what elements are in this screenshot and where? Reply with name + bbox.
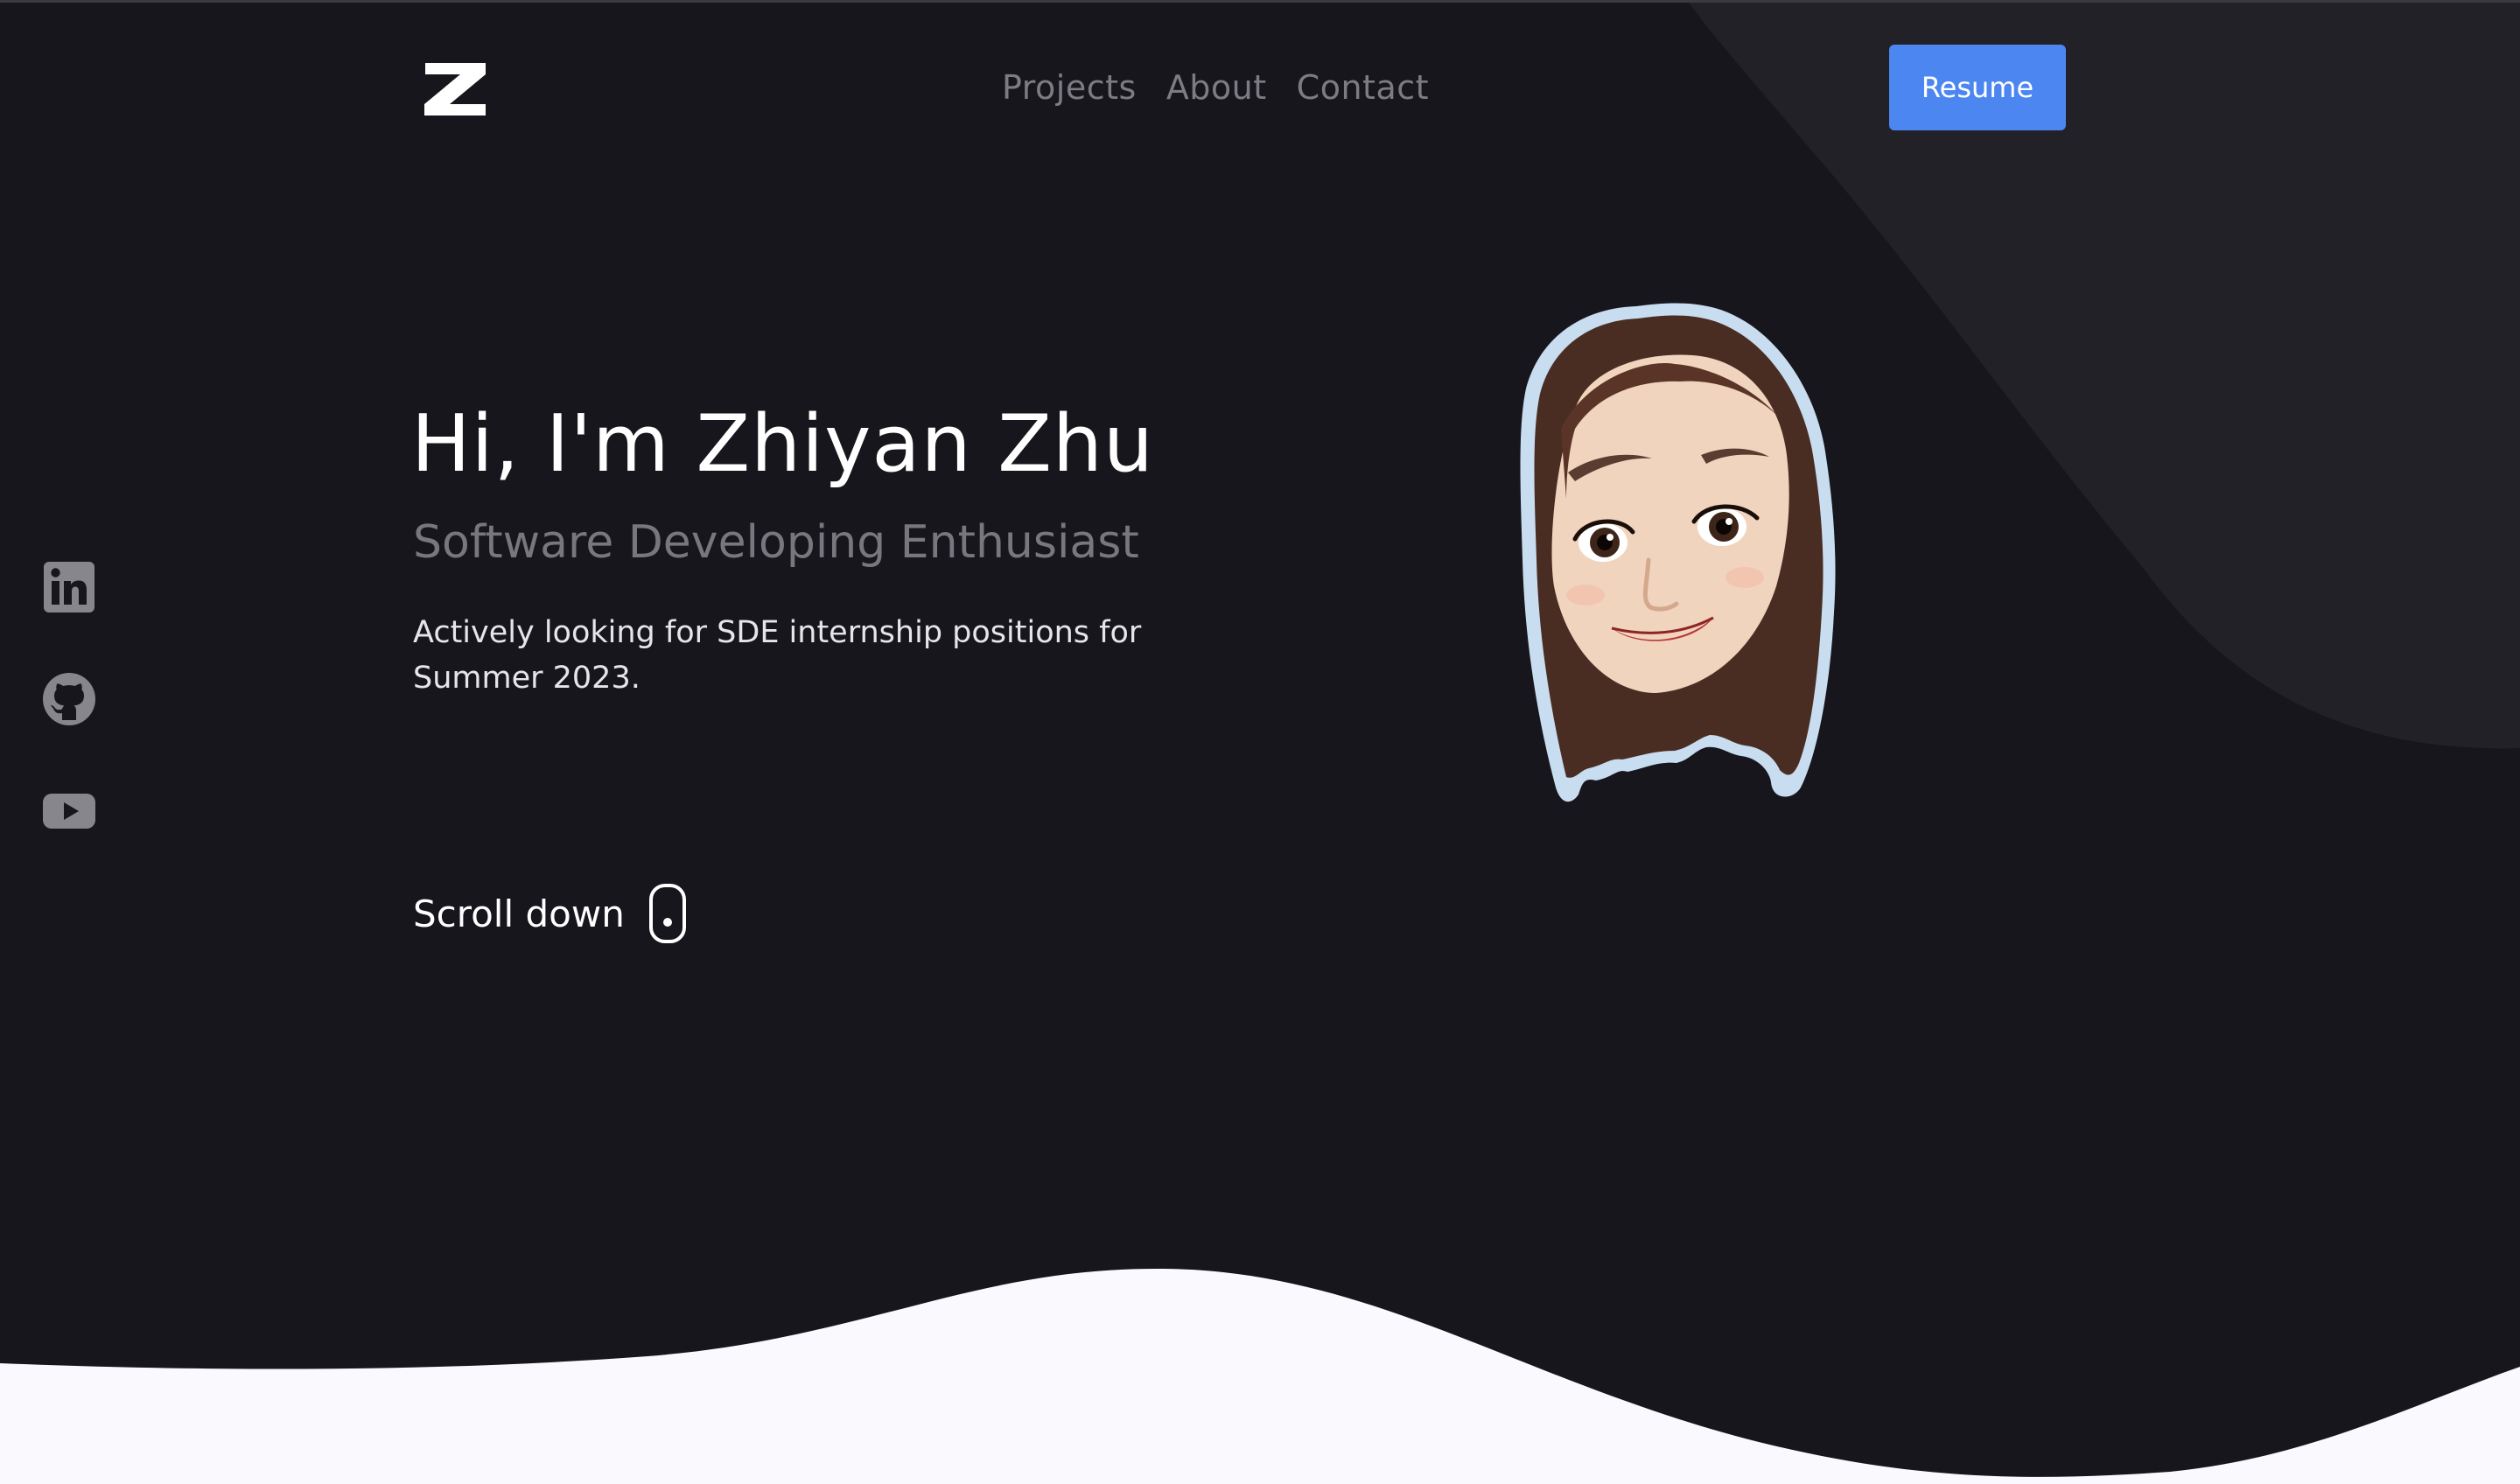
github-icon[interactable] [42, 672, 96, 726]
hero-description: Actively looking for SDE internship posi… [413, 615, 1142, 696]
scroll-down-link[interactable]: Scroll down [413, 882, 688, 945]
bottom-wave [0, 1268, 2520, 1484]
z-logo-icon[interactable] [423, 61, 487, 117]
mouse-icon [648, 884, 686, 943]
nav-link-contact[interactable]: Contact [1297, 68, 1429, 107]
memoji-avatar [1520, 303, 1836, 802]
resume-button[interactable]: Resume [1889, 45, 2066, 130]
hero-title: Hi, I'm Zhiyan Zhu [411, 398, 1154, 490]
top-border [0, 0, 2520, 3]
hero-section: Projects About Contact Resume Hi, I'm Zh… [0, 0, 2520, 1484]
youtube-icon[interactable] [42, 784, 96, 838]
nav-link-projects[interactable]: Projects [1002, 68, 1137, 107]
scroll-down-label: Scroll down [413, 892, 625, 935]
linkedin-icon[interactable] [42, 560, 96, 614]
social-links [42, 560, 98, 896]
main-nav: Projects About Contact [1002, 63, 1429, 112]
nav-link-about[interactable]: About [1166, 68, 1267, 107]
hero-subtitle: Software Developing Enthusiast [413, 516, 1139, 569]
